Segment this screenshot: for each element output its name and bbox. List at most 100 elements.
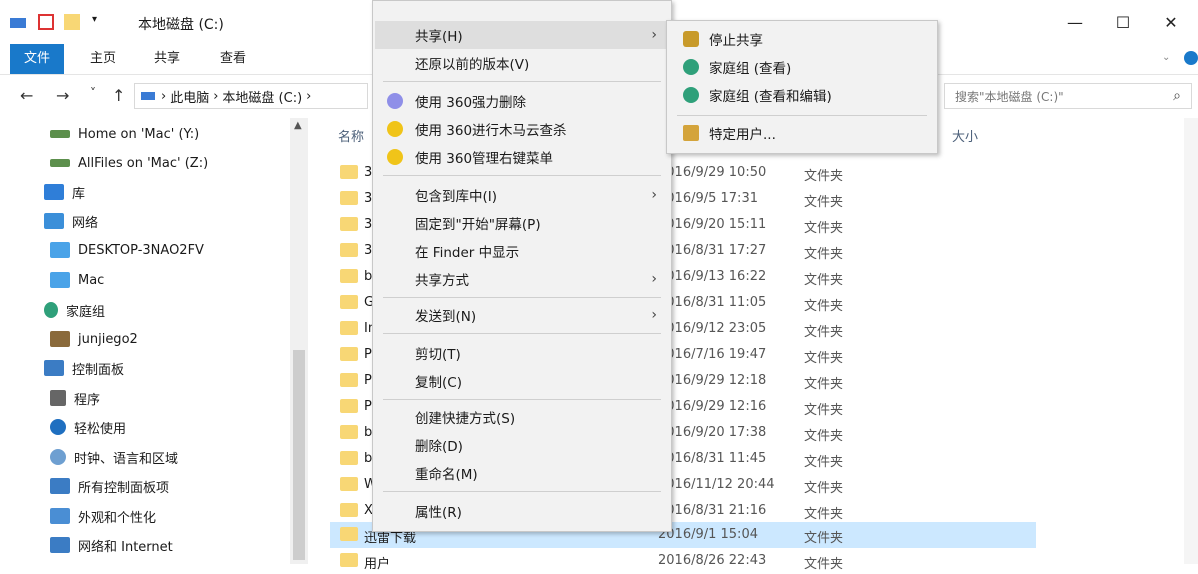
network-internet-icon	[50, 537, 70, 553]
folder-icon	[340, 373, 358, 387]
menu-item-label: 重命名(M)	[415, 467, 478, 483]
minimize-button[interactable]: —	[1048, 0, 1102, 44]
menu-item-restore-previous-versions[interactable]: 还原以前的版本(V)	[375, 49, 667, 77]
menu-item-send-to[interactable]: 发送到(N) ›	[375, 301, 667, 329]
scroll-up-icon[interactable]: ▲	[294, 120, 302, 131]
folder-icon	[340, 425, 358, 439]
search-placeholder: 搜索"本地磁盘 (C:)"	[955, 89, 1064, 104]
sidebar-item-control-panel[interactable]: 控制面板	[44, 354, 124, 382]
table-row[interactable]: 用户 2016/8/26 22:43 文件夹	[330, 548, 1036, 574]
address-bar[interactable]: › 此电脑 › 本地磁盘 (C:) ›	[134, 83, 368, 109]
control-panel-icon	[44, 360, 64, 376]
menu-item-360-menu-manager[interactable]: 使用 360管理右键菜单	[375, 143, 667, 171]
tab-home[interactable]: 主页	[76, 44, 130, 74]
drive-icon[interactable]	[10, 18, 26, 28]
menu-item-label: 包含到库中(I)	[415, 189, 498, 205]
sidebar-item-network[interactable]: 网络	[44, 207, 98, 235]
submenu-item-specific-people[interactable]: 特定用户...	[669, 119, 933, 147]
users-icon	[683, 125, 699, 141]
menu-item-360-shred[interactable]: 使用 360强力删除	[375, 87, 667, 115]
sidebar-item-network-internet[interactable]: 网络和 Internet	[50, 531, 173, 559]
sidebar-item-clock-language-region[interactable]: 时钟、语言和区域	[50, 443, 178, 471]
sidebar-item-desktop-pc[interactable]: DESKTOP-3NAO2FV	[50, 236, 204, 264]
menu-item-360-scan[interactable]: 使用 360进行木马云查杀	[375, 115, 667, 143]
submenu-item-label: 特定用户...	[709, 127, 776, 143]
sidebar-item-label: 时钟、语言和区域	[74, 451, 179, 467]
file-date: 2016/9/1 15:04	[658, 527, 758, 542]
chevron-down-icon[interactable]: ▾	[92, 14, 97, 30]
file-type: 文件夹	[804, 507, 844, 522]
file-name: 用户	[364, 557, 391, 572]
tab-view[interactable]: 查看	[206, 44, 260, 74]
sidebar-item-label: 轻松使用	[74, 421, 127, 437]
folder-icon	[340, 165, 358, 179]
menu-item-pin-to-start[interactable]: 固定到"开始"屏幕(P)	[375, 209, 667, 237]
menu-item-label: 固定到"开始"屏幕(P)	[415, 217, 541, 233]
chevron-down-icon[interactable]: ⌄	[1162, 52, 1170, 63]
menu-item-label: 在 Finder 中显示	[415, 245, 520, 261]
sidebar-item-mac[interactable]: Mac	[50, 266, 104, 294]
user-icon	[50, 331, 70, 347]
menu-item-cut[interactable]: 剪切(T)	[375, 339, 667, 367]
folder-icon	[340, 321, 358, 335]
properties-icon[interactable]	[38, 14, 54, 30]
sidebar-item-appearance[interactable]: 外观和个性化	[50, 502, 156, 530]
sidebar-item-user[interactable]: junjiego2	[50, 325, 138, 353]
chevron-right-icon: ›	[651, 307, 657, 323]
file-name: P	[364, 373, 372, 388]
sidebar-item-all-control-panel[interactable]: 所有控制面板项	[50, 472, 169, 500]
sidebar-item-libraries[interactable]: 库	[44, 178, 85, 206]
folder-icon	[340, 191, 358, 205]
column-header-size[interactable]: 大小	[952, 126, 978, 145]
tab-share[interactable]: 共享	[140, 44, 194, 74]
file-name: P	[364, 399, 372, 414]
menu-item-show-in-finder[interactable]: 在 Finder 中显示	[375, 237, 667, 265]
search-input[interactable]: 搜索"本地磁盘 (C:)" ⌕	[944, 83, 1192, 109]
back-button[interactable]: ←	[20, 86, 33, 105]
submenu-item-homegroup-view-edit[interactable]: 家庭组 (查看和编辑)	[669, 81, 933, 109]
folder-icon	[340, 503, 358, 517]
recent-locations-button[interactable]: ˅	[90, 86, 96, 100]
clock-icon	[50, 449, 66, 465]
sidebar-item-label: AllFiles on 'Mac' (Z:)	[78, 155, 209, 171]
close-button[interactable]: ✕	[1144, 0, 1198, 44]
file-date: 2016/9/29 10:50	[658, 165, 767, 180]
menu-separator	[677, 115, 927, 116]
menu-item-copy[interactable]: 复制(C)	[375, 367, 667, 395]
menu-item-share[interactable]: 共享(H) ›	[375, 21, 667, 49]
tab-file[interactable]: 文件	[10, 44, 65, 74]
menu-item-share-with[interactable]: 共享方式 ›	[375, 265, 667, 293]
sidebar-item-allfiles-on-mac[interactable]: AllFiles on 'Mac' (Z:)	[50, 149, 208, 177]
sidebar-item-label: junjiego2	[78, 331, 138, 347]
search-icon[interactable]: ⌕	[1173, 88, 1181, 104]
sidebar-item-programs[interactable]: 程序	[50, 384, 100, 412]
menu-separator	[383, 333, 661, 334]
file-list-scrollbar[interactable]	[1184, 118, 1198, 564]
column-header-name[interactable]: 名称	[338, 126, 364, 145]
navigation-scrollbar[interactable]: ▲	[290, 118, 308, 564]
submenu-item-stop-sharing[interactable]: 停止共享	[669, 25, 933, 53]
submenu-item-homegroup-view[interactable]: 家庭组 (查看)	[669, 53, 933, 81]
folder-icon	[340, 243, 358, 257]
menu-item-create-shortcut[interactable]: 创建快捷方式(S)	[375, 403, 667, 431]
maximize-button[interactable]: ☐	[1096, 0, 1150, 44]
sidebar-item-home-on-mac[interactable]: Home on 'Mac' (Y:)	[50, 120, 199, 148]
help-icon[interactable]	[1184, 51, 1198, 65]
file-type: 文件夹	[804, 557, 844, 572]
new-folder-icon[interactable]	[64, 14, 80, 30]
up-button[interactable]: ↑	[112, 86, 125, 105]
sidebar-item-ease-of-access[interactable]: 轻松使用	[50, 413, 126, 441]
menu-item-rename[interactable]: 重命名(M)	[375, 459, 667, 487]
file-type: 文件夹	[804, 299, 844, 314]
breadcrumb-this-pc[interactable]: 此电脑	[170, 87, 209, 106]
forward-button[interactable]: →	[56, 86, 69, 105]
menu-item-properties[interactable]: 属性(R)	[375, 497, 667, 525]
scrollbar-thumb[interactable]	[293, 350, 305, 560]
file-date: 2016/9/13 16:22	[658, 269, 767, 284]
menu-item-include-in-library[interactable]: 包含到库中(I) ›	[375, 181, 667, 209]
menu-item-label: 使用 360强力删除	[415, 95, 527, 111]
sidebar-item-homegroup[interactable]: 家庭组	[44, 296, 105, 324]
folder-icon	[340, 295, 358, 309]
menu-item-delete[interactable]: 删除(D)	[375, 431, 667, 459]
breadcrumb-drive[interactable]: 本地磁盘 (C:)	[222, 87, 302, 106]
